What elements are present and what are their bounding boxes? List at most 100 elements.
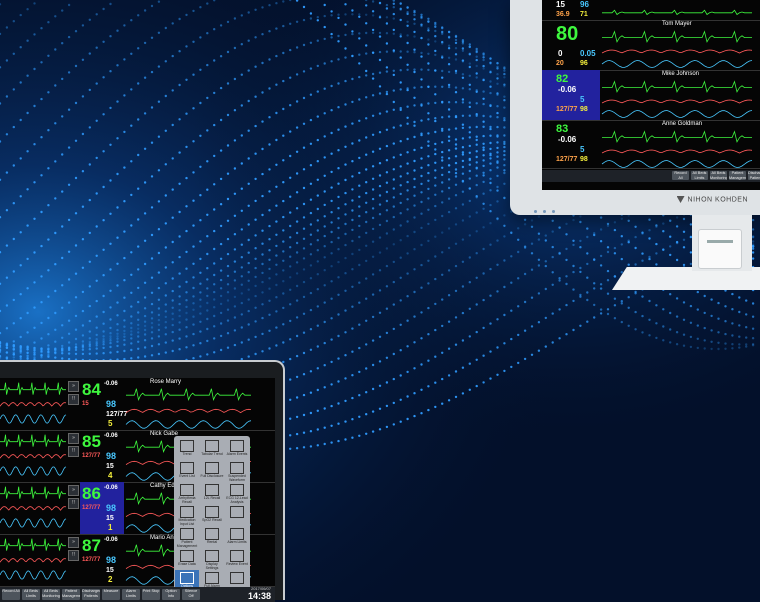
function-button[interactable]: All Beds Monitoring [42,589,60,600]
status-leds [534,200,561,218]
resp-value: 15 [106,515,114,522]
menu-item[interactable]: SpO2 Recall [200,504,224,528]
function-button[interactable]: All Beds Limits [22,589,40,600]
menu-item[interactable] [225,504,249,528]
secondary-value: 4 [108,471,113,480]
waveform [602,30,752,43]
menu-item[interactable]: Trend [175,438,199,462]
menu-item-label: Full Disclosure [200,474,224,478]
resp-value: 127/77 [106,411,128,418]
menu-item-label: Medication Input List [178,518,196,526]
menu-item[interactable]: Medication Input List [175,504,199,528]
waveform [601,110,753,118]
function-button[interactable]: Record All [2,589,20,600]
menu-item[interactable]: Alarm Events [225,438,249,462]
monitor-bezel-footer: NIHON KOHDEN [510,190,760,215]
alarm-tag-icon[interactable]: !! [68,550,79,561]
function-button[interactable]: Option Info [162,589,180,600]
patient-row[interactable]: 80 0 0.05 20 96 Tom Mayer [542,20,760,71]
menu-item-label: Erase Data [178,562,196,566]
menu-item-icon [205,550,219,562]
menu-item[interactable]: Alarm Limits [225,526,249,550]
parameter-panel: 80 0 0.05 20 96 [542,20,600,70]
menu-item[interactable]: 12L Recall [200,482,224,506]
st-value: -0.06 [104,433,118,439]
heart-rate: 84 [82,380,101,399]
patient-row[interactable]: 82 -0.06 5 127/77 98 Mike Johnson [542,70,760,121]
menu-item-label: Review Event [226,562,248,566]
heart-rate: 85 [82,432,101,451]
temp-value: 20 [556,60,564,67]
waveform [602,80,752,93]
parameter-panel: 84 -0.06 15 98 127/77 5 [80,378,128,430]
menu-item-label: 12L Recall [203,496,221,500]
function-button[interactable]: All Beds Limits [691,171,708,180]
alarm-tag-icon[interactable]: !! [68,394,79,405]
function-button[interactable]: All Beds Monitoring [710,171,727,180]
menu-item-label: Alarm Events [226,452,248,456]
waveform [0,570,67,580]
waveform [0,454,67,459]
patient-row[interactable]: 83 -0.06 5 127/77 98 Anne Goldman [542,120,760,169]
function-button[interactable]: Print Stop [142,589,160,600]
patient-row[interactable]: 15 96 36.9 71 [542,0,760,21]
function-button[interactable]: Discharged Patients [82,589,100,600]
menu-item-icon [205,528,219,540]
parameter-panel: 83 -0.06 5 127/77 98 [542,120,600,168]
resp-value: 15 [106,567,114,574]
waveform [0,558,67,563]
function-button[interactable]: Patient Management [729,171,746,180]
st-value: -0.06 [104,485,118,491]
alarm-tag-icon[interactable]: !! [68,498,79,509]
menu-item[interactable]: Event List [175,460,199,484]
resp-value: 71 [580,11,588,18]
function-button[interactable]: Discharged Patients [748,171,760,180]
large-monitor-screen: 15 96 36.9 71 80 0 0.05 20 96 Tom Mayer [542,0,760,190]
waveform [601,160,753,168]
bed-tag-icon[interactable]: » [68,381,79,392]
menu-item[interactable]: Patient Management [175,526,199,550]
parameter-value: 15 [556,0,565,9]
spo2-value: 98 [106,451,117,461]
function-button[interactable]: Patient Management [62,589,80,600]
waveform [126,388,251,401]
menu-item[interactable]: Tabular Trend [200,438,224,462]
bed-tag-icon[interactable]: » [68,485,79,496]
alarm-tag-icon[interactable]: !! [68,446,79,457]
temp-value: 127/77 [556,156,578,163]
parameter-value: 0 [558,49,563,58]
waveform [0,506,67,511]
nibp-value: 127/77 [82,557,101,563]
spo2-value: 98 [106,555,117,565]
waveform [0,486,66,499]
menu-item[interactable]: Arrhythmia Recall [175,482,199,506]
function-button[interactable]: Alarm Limits [122,589,140,600]
bed-tag-icon[interactable]: » [68,433,79,444]
waveform [0,402,67,407]
menu-item[interactable]: Review Event [225,548,249,572]
menu-item[interactable]: Erase Data [175,548,199,572]
resp-value: 98 [580,106,588,113]
heart-rate: 80 [556,23,579,45]
menu-item[interactable]: ECG 12-Lead Analysis [225,482,249,506]
menu-item-icon [230,528,244,540]
menu-item[interactable]: Display Settings [200,548,224,572]
function-button[interactable]: Measure [102,589,120,600]
menu-item[interactable]: Rental [200,526,224,550]
menu-item-icon [180,572,194,584]
menu-item[interactable]: Full Disclosure [200,460,224,484]
monitor-stand [612,215,760,290]
function-button[interactable]: Record All [672,171,689,180]
brand-logo: NIHON KOHDEN [676,196,748,203]
parameter-panel: 86 -0.06 127/77 98 15 1 [80,482,124,534]
function-button[interactable]: Silence Off [182,589,200,600]
waveform [125,420,252,429]
menu-item[interactable]: Suspended Waveform [225,460,249,484]
menu-item-icon [180,484,194,496]
patient-row[interactable]: » !! 84 -0.06 15 98 127/77 5 Rose Marry [0,378,275,431]
small-monitor-screen: » !! 84 -0.06 15 98 127/77 5 Rose Marry [0,378,275,602]
heart-rate: 87 [82,536,101,555]
bed-tag-icon[interactable]: » [68,537,79,548]
menu-item-label: Event List [179,474,195,478]
heart-rate: 83 [556,123,569,135]
